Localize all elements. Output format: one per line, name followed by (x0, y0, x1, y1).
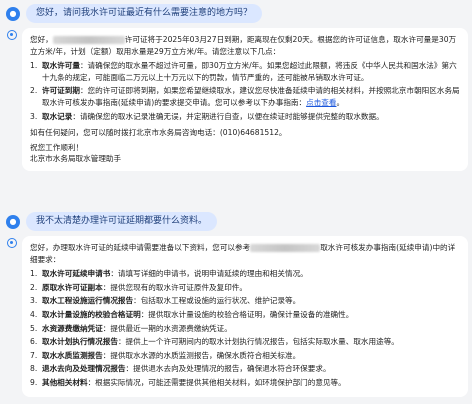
reply-closing: 如有任何疑问，您可以随时拨打北京市水务局咨询电话：(010)64681512。 (30, 128, 287, 138)
item-number: 3. (30, 296, 38, 306)
item-text-end: 。 (336, 97, 345, 107)
redacted-text (250, 244, 321, 252)
item-number: 3. (30, 111, 38, 121)
reply-list: 1. 取水许可量：请确保您的取水量不超过许可量，即30万立方米/年。如果您超过此限… (30, 60, 460, 122)
list-item: 5. 水资源费缴纳凭证：提供最近一期的水资源费缴纳凭证。 (30, 323, 460, 335)
user-message-2: ● 我不太清楚办理许可证延期都要什么资料。 (6, 212, 218, 231)
list-item: 1. 取水许可延续申请书：请填写详细的申请书，说明申请延续的理由和相关情况。 (30, 268, 460, 280)
list-item: 2. 原取水许可证副本：提供您现有的取水许可证原件及复印件。 (30, 282, 460, 294)
item-text: ：请填写详细的申请书，说明申请延续的理由和相关情况。 (110, 269, 308, 279)
item-title: 取水工程设施运行情况报告 (42, 296, 134, 306)
intro-prefix: 您好，办理取水许可证的延续申请需要准备以下资料，您可以参考 (30, 243, 251, 252)
intro-prefix: 您好， (30, 35, 53, 44)
user-avatar-icon: ● (6, 214, 20, 229)
list-item: 4. 取水计量设施的校验合格证明：提供取水计量设施的校验合格证明，确保计量设备的准… (30, 309, 460, 321)
item-title: 原取水许可证副本 (42, 282, 103, 292)
list-item: 6. 取水计划执行情况报告：提供上一个许可期间内的取水计划执行情况报告，包括实际取… (30, 336, 460, 348)
item-number: 2. (30, 282, 38, 292)
item-title: 水资源费缴纳凭证 (42, 323, 103, 333)
reply-signature: 北京市水务局取水管理助手 (30, 154, 122, 164)
reply-intro: 您好，办理取水许可证的延续申请需要准备以下资料，您可以参考 取水许可核发办事指南(… (30, 242, 460, 265)
item-number: 6. (30, 337, 38, 347)
item-number: 9. (30, 377, 38, 387)
reply-wish: 祝您工作顺利！ (30, 142, 84, 152)
item-title: 其他相关材料 (42, 377, 88, 387)
user-question-text: 您好，请问我水许可证最近有什么需要注意的地方吗？ (26, 4, 263, 23)
item-text: ：提供退水去向及处理情况的报告，确保退水符合环保要求。 (125, 364, 331, 374)
list-item: 9. 其他相关材料：根据实际情况，可能还需要提供其他相关材料，如环境保护部门的意见… (30, 377, 460, 389)
item-title: 取水记录 (42, 111, 73, 121)
list-item: 3. 取水工程设施运行情况报告：包括取水工程或设施的运行状况、维护记录等。 (30, 295, 460, 307)
item-text: ：提供上一个许可期间内的取水计划执行情况报告，包括实际取水量、取水用途等。 (117, 337, 399, 347)
user-message-1: ● 您好，请问我水许可证最近有什么需要注意的地方吗？ (6, 4, 263, 23)
item-number: 2. (30, 86, 38, 96)
assistant-reply-1: 您好， 许可证将于2025年03月27日到期，距离现在仅剩20天。根据您的许可证信… (22, 28, 468, 171)
item-text: ：请确保您的取水记录准确无误，并定期进行自查，以便在续证时能够提供完整的取水数据… (72, 111, 384, 121)
item-text: ：提供取水计量设施的校验合格证明，确保计量设备的准确性。 (140, 309, 354, 319)
item-number: 1. (30, 269, 38, 279)
item-text: ：请确保您的取水量不超过许可量，即30万立方米/年。如果您超过此限额，将违反《中… (42, 61, 457, 82)
item-number: 7. (30, 350, 38, 360)
item-title: 取水计划执行情况报告 (42, 337, 118, 347)
user-avatar-icon: ● (6, 6, 20, 21)
item-text: ：您的许可证即将到期，如果您希望继续取水，建议您尽快准备延续申请的相关材料，并按… (42, 86, 460, 107)
redacted-text (52, 36, 125, 44)
list-item: 3. 取水记录：请确保您的取水记录准确无误，并定期进行自查，以便在续证时能够提供完… (30, 111, 460, 123)
chat-window: ● 您好，请问我水许可证最近有什么需要注意的地方吗？ 您好， 许可证将于2025年… (0, 0, 472, 404)
item-text: ：根据实际情况，可能还需要提供其他相关材料，如环境保护部门的意见等。 (87, 377, 346, 387)
item-number: 5. (30, 323, 38, 333)
reply-intro: 您好， 许可证将于2025年03月27日到期，距离现在仅剩20天。根据您的许可证信… (30, 34, 460, 57)
list-item: 2. 许可证到期：您的许可证即将到期，如果您希望继续取水，建议您尽快准备延续申请的… (30, 85, 460, 108)
list-item: 7. 取水水质监测报告：提供取水水源的水质监测报告，确保水质符合相关标准。 (30, 350, 460, 362)
item-title: 取水许可延续申请书 (42, 269, 111, 279)
item-title: 许可证到期 (42, 86, 80, 96)
item-text: ：提供取水水源的水质监测报告，确保水质符合相关标准。 (102, 350, 301, 360)
assistant-icon (7, 238, 17, 248)
assistant-reply-2: 您好，办理取水许可证的延续申请需要准备以下资料，您可以参考 取水许可核发办事指南(… (22, 236, 468, 397)
list-item: 1. 取水许可量：请确保您的取水量不超过许可量，即30万立方米/年。如果您超过此限… (30, 60, 460, 83)
item-title: 退水去向及处理情况报告 (42, 364, 126, 374)
item-title: 取水计量设施的校验合格证明 (42, 309, 141, 319)
item-number: 1. (30, 61, 38, 71)
item-title: 取水水质监测报告 (42, 350, 103, 360)
item-text: ：包括取水工程或设施的运行状况、维护记录等。 (133, 296, 301, 306)
reply-list: 1. 取水许可延续申请书：请填写详细的申请书，说明申请延续的理由和相关情况。 2.… (30, 268, 460, 388)
item-text: ：提供您现有的取水许可证原件及复印件。 (102, 282, 248, 292)
user-question-text: 我不太清楚办理许可证延期都要什么资料。 (26, 212, 218, 231)
item-number: 4. (30, 309, 38, 319)
item-text: ：提供最近一期的水资源费缴纳凭证。 (102, 323, 232, 333)
assistant-icon (7, 30, 17, 40)
guide-link[interactable]: 点击查看 (306, 98, 336, 107)
item-title: 取水许可量 (42, 61, 80, 71)
list-item: 8. 退水去向及处理情况报告：提供退水去向及处理情况的报告，确保退水符合环保要求。 (30, 363, 460, 375)
item-number: 8. (30, 364, 38, 374)
